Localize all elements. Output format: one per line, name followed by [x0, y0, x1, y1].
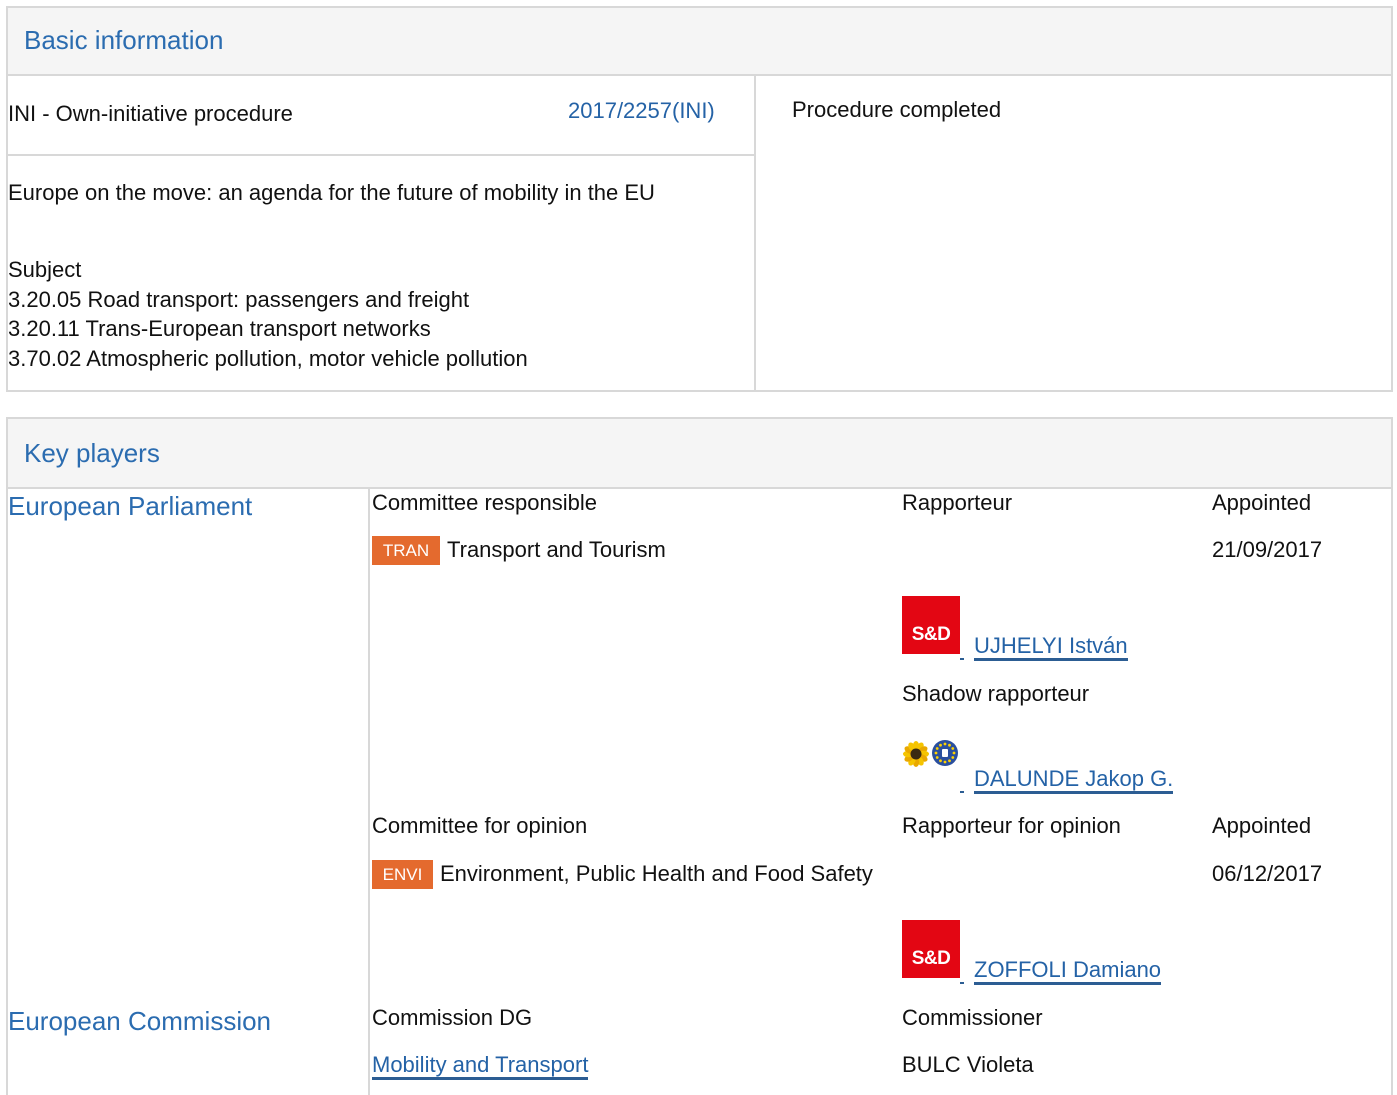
rapporteur-opinion-header: Rapporteur for opinion	[902, 813, 1121, 838]
rapporteur-opinion-link[interactable]: ZOFFOLI Damiano	[974, 958, 1162, 985]
appointed-date: 06/12/2017	[1212, 861, 1323, 886]
institution-european-parliament: European Parliament	[8, 491, 253, 521]
procedure-title: Europe on the move: an agenda for the fu…	[8, 180, 655, 205]
procedure-status: Procedure completed	[792, 97, 1002, 122]
greens-efa-logo-svg	[903, 740, 958, 767]
procedure-type: INI - Own-initiative procedure	[8, 101, 293, 126]
sd-group-logo[interactable]: S&D	[902, 596, 960, 654]
page: Basic information INI - Own-initiative p…	[0, 0, 1397, 1095]
commission-dg-header: Commission DG	[372, 1005, 533, 1030]
sd-logo-text: S&D	[911, 948, 951, 969]
basic-information-title: Basic information	[24, 25, 224, 55]
sd-logo-text: S&D	[911, 624, 951, 645]
appointed-date: 21/09/2017	[1212, 537, 1323, 562]
institution-european-commission: European Commission	[8, 1006, 272, 1036]
commissioner-header: Commissioner	[902, 1005, 1043, 1030]
shadow-rapporteur-link[interactable]: DALUNDE Jakop G.	[974, 767, 1174, 794]
subject-item: 3.70.02 Atmospheric pollution, motor veh…	[8, 345, 528, 371]
logo-link-underline	[960, 791, 964, 793]
committee-badge-envi: ENVI	[372, 860, 433, 889]
rapporteur-header: Rapporteur	[902, 490, 1013, 515]
subject-item: 3.20.05 Road transport: passengers and f…	[8, 286, 470, 312]
basic-information-header-divider	[6, 74, 1393, 76]
key-players-header-divider	[6, 487, 1393, 489]
key-players-header	[8, 419, 1391, 487]
basic-information-column-divider	[754, 75, 756, 391]
key-players-title: Key players	[24, 438, 160, 468]
committee-name: Environment, Public Health and Food Safe…	[440, 861, 873, 886]
commissioner-name: BULC Violeta	[902, 1052, 1034, 1077]
committee-badge-tran: TRAN	[372, 536, 440, 565]
key-players-column-divider	[368, 489, 370, 1095]
logo-link-underline	[960, 658, 964, 660]
subject-item: 3.20.11 Trans-European transport network…	[8, 316, 431, 341]
logo-link-underline	[960, 982, 964, 984]
subject-label: Subject	[8, 257, 82, 282]
committee-name: Transport and Tourism	[447, 537, 666, 562]
appointed-header: Appointed	[1212, 490, 1312, 515]
committee-opinion-header: Committee for opinion	[372, 813, 588, 838]
commission-dg-link[interactable]: Mobility and Transport	[372, 1053, 589, 1080]
procedure-reference-link[interactable]: 2017/2257(INI)	[568, 99, 715, 123]
basic-information-row-divider	[6, 154, 755, 156]
sd-group-logo[interactable]: S&D	[902, 920, 960, 978]
committee-responsible-header: Committee responsible	[372, 490, 597, 515]
shadow-rapporteur-label: Shadow rapporteur	[902, 681, 1090, 706]
subject-block: Subject 3.20.05 Road transport: passenge…	[8, 255, 528, 373]
greens-efa-logo-icon[interactable]	[902, 738, 960, 770]
rapporteur-link[interactable]: UJHELYI István	[974, 634, 1128, 661]
appointed-header: Appointed	[1212, 813, 1312, 838]
